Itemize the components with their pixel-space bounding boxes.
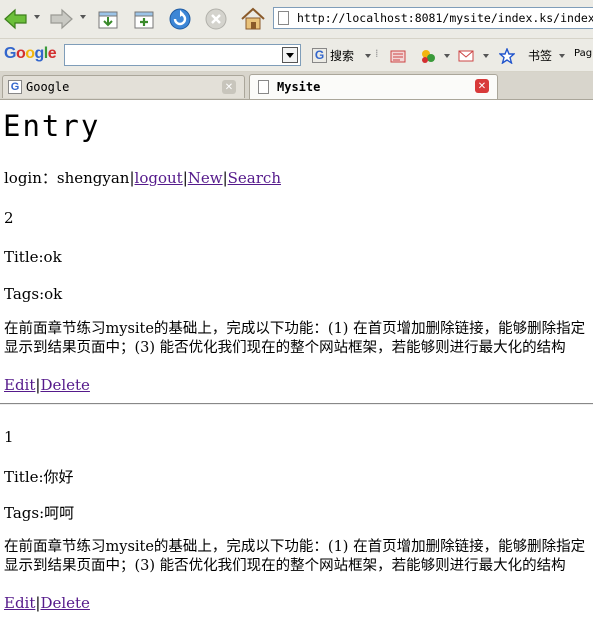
news-icon[interactable] <box>390 48 406 64</box>
tab-mysite-label: Mysite <box>277 80 321 94</box>
tab-google[interactable]: G Google ✕ <box>2 75 245 98</box>
entry-body-line: 显示到结果页面中；(3) 能否优化我们现在的整个网站框架，若能够则进行最大化的结… <box>4 340 566 356</box>
page-content: Entry login：shengyan|logout|New|Search 2… <box>0 100 593 618</box>
page-button[interactable]: Pag <box>574 48 592 59</box>
page-favicon-icon <box>258 80 269 94</box>
entry-title: Title:ok <box>4 248 62 266</box>
bookmark-star-icon[interactable] <box>499 48 515 64</box>
user-nav: login：shengyan|logout|New|Search <box>4 167 281 188</box>
bookmarks-dropdown-icon[interactable] <box>559 54 565 58</box>
forward-arrow-icon <box>50 8 73 30</box>
search-button-label: 搜索 <box>330 49 355 63</box>
entry-id: 1 <box>4 428 14 446</box>
entry-title: Title:你好 <box>4 468 74 486</box>
toolbar-separator: ⁞ <box>375 47 379 60</box>
close-tab-icon[interactable]: ✕ <box>475 79 489 93</box>
new-tab-button[interactable] <box>132 6 156 32</box>
download-button[interactable] <box>96 6 120 32</box>
delete-link[interactable]: Delete <box>40 376 89 394</box>
stop-button[interactable] <box>204 6 228 32</box>
mail-dropdown-icon[interactable] <box>483 54 489 58</box>
search-dropdown-icon[interactable] <box>365 54 371 58</box>
tab-mysite[interactable]: Mysite ✕ <box>249 74 498 99</box>
google-search-input[interactable] <box>64 44 301 66</box>
close-tab-icon[interactable]: ✕ <box>222 80 236 94</box>
search-history-dropdown[interactable] <box>282 47 298 63</box>
pagerank-icon[interactable] <box>420 48 436 64</box>
entry-body-line: 在前面章节练习mysite的基础上，完成以下功能：(1) 在首页增加删除链接，能… <box>4 321 586 337</box>
search-link[interactable]: Search <box>228 169 281 187</box>
home-icon <box>241 7 265 30</box>
stop-icon <box>205 8 227 30</box>
home-button[interactable] <box>240 6 266 32</box>
entry-divider <box>0 403 593 405</box>
login-status: login：shengyan <box>4 169 130 187</box>
reload-button[interactable] <box>168 6 192 32</box>
pagerank-dropdown-icon[interactable] <box>444 54 450 58</box>
forward-button[interactable] <box>48 6 74 32</box>
page-button-label: Pag <box>574 48 593 59</box>
tab-google-label: Google <box>26 80 70 94</box>
back-arrow-icon <box>4 8 27 30</box>
entry-actions: Edit|Delete <box>4 376 90 394</box>
reload-icon <box>169 8 191 30</box>
entry-actions: Edit|Delete <box>4 594 90 612</box>
tab-bar: G Google ✕ Mysite ✕ <box>0 72 593 100</box>
entry-id: 2 <box>4 209 14 227</box>
mail-icon[interactable] <box>458 48 474 64</box>
entry-tags: Tags:ok <box>4 285 63 303</box>
forward-dropdown-icon[interactable] <box>80 15 86 19</box>
back-button[interactable] <box>3 6 29 32</box>
page-icon <box>278 11 289 25</box>
entry-tags: Tags:呵呵 <box>4 504 75 522</box>
google-search-button[interactable]: G 搜索 <box>312 47 354 64</box>
edit-link[interactable]: Edit <box>4 594 35 612</box>
address-url[interactable]: http://localhost:8081/mysite/index.ks/in… <box>297 11 593 25</box>
navigation-toolbar: http://localhost:8081/mysite/index.ks/in… <box>0 0 593 39</box>
edit-link[interactable]: Edit <box>4 376 35 394</box>
back-dropdown-icon[interactable] <box>34 15 40 19</box>
logout-link[interactable]: logout <box>135 169 183 187</box>
download-icon <box>98 11 118 29</box>
bookmarks-label: 书签 <box>528 49 553 63</box>
page-title: Entry <box>3 109 101 143</box>
google-toolbar: Google G 搜索 ⁞ 书签 Pag <box>0 39 593 72</box>
google-favicon-icon: G <box>8 80 22 94</box>
google-g-icon: G <box>312 48 327 63</box>
entry-body-line: 显示到结果页面中；(3) 能否优化我们现在的整个网站框架，若能够则进行最大化的结… <box>4 558 566 574</box>
delete-link[interactable]: Delete <box>40 594 89 612</box>
new-tab-icon <box>134 11 154 29</box>
address-bar[interactable]: http://localhost:8081/mysite/index.ks/in… <box>273 7 593 29</box>
google-logo[interactable]: Google <box>4 45 57 63</box>
entry-body-line: 在前面章节练习mysite的基础上，完成以下功能：(1) 在首页增加删除链接，能… <box>4 539 586 555</box>
new-link[interactable]: New <box>188 169 223 187</box>
bookmarks-button[interactable]: 书签 <box>528 47 552 64</box>
